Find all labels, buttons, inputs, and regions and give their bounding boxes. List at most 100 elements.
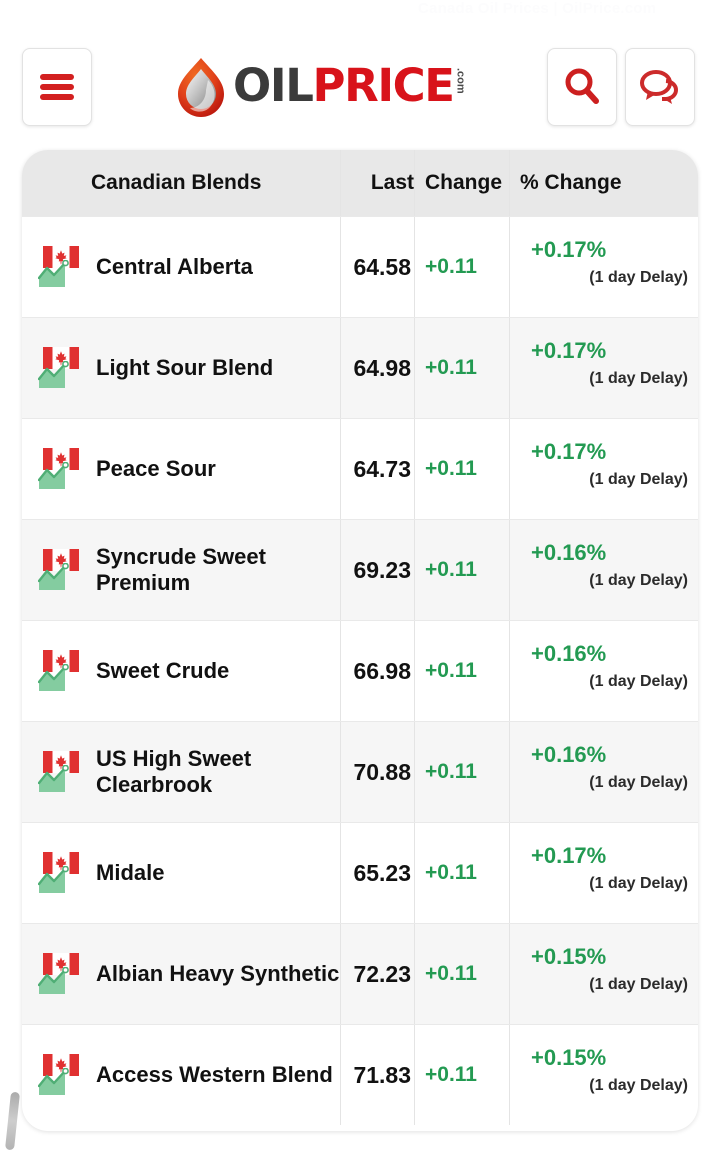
column-header-change: Change <box>414 150 509 216</box>
cell-percent-change: +0.15% (1 day Delay) <box>509 1025 698 1125</box>
change-value: +0.11 <box>425 457 477 480</box>
cell-blend-name[interactable]: Peace Sour <box>22 419 340 519</box>
cell-change: +0.11 <box>414 318 509 418</box>
blend-flag-chart-icon <box>36 949 86 999</box>
trend-up-icon <box>38 866 69 893</box>
cell-last: 70.88 <box>340 722 414 822</box>
blend-flag-chart-icon <box>36 747 86 797</box>
change-value: +0.11 <box>425 255 477 278</box>
cell-last: 66.98 <box>340 621 414 721</box>
logo-wordmark: OIL PRICE .com <box>233 56 467 118</box>
chat-button[interactable] <box>625 48 695 126</box>
cell-blend-name[interactable]: Albian Heavy Synthetic <box>22 924 340 1024</box>
blend-flag-chart-icon <box>36 545 86 595</box>
percent-change-value: +0.15% <box>531 944 607 969</box>
delay-note: (1 day Delay) <box>589 572 688 589</box>
last-value: 71.83 <box>353 1061 411 1088</box>
cell-blend-name[interactable]: Syncrude Sweet Premium <box>22 520 340 620</box>
canadian-blends-table-card: Canadian Blends Last Change % Change Cen… <box>22 150 698 1131</box>
blend-flag-chart-icon <box>36 1050 86 1100</box>
last-value: 70.88 <box>353 758 411 785</box>
search-button[interactable] <box>547 48 617 126</box>
page-root: Canada Oil Prices | OilPrice.com OIL PRI… <box>0 0 719 1155</box>
cell-last: 71.83 <box>340 1025 414 1125</box>
table-row[interactable]: Syncrude Sweet Premium 69.23 +0.11 +0.16% (1… <box>22 519 698 620</box>
trend-up-icon <box>38 664 69 691</box>
cell-blend-name[interactable]: Access Western Blend <box>22 1025 340 1125</box>
percent-change-value: +0.16% <box>531 540 607 565</box>
cell-change: +0.11 <box>414 520 509 620</box>
change-value: +0.11 <box>425 962 477 985</box>
table-row[interactable]: Midale 65.23 +0.11 +0.17% (1 day Delay) <box>22 822 698 923</box>
table-row[interactable]: Light Sour Blend 64.98 +0.11 +0.17% (1 day D… <box>22 317 698 418</box>
table-row[interactable]: Central Alberta 64.58 +0.11 +0.17% (1 day De… <box>22 216 698 317</box>
cell-percent-change: +0.17% (1 day Delay) <box>509 823 698 923</box>
cell-last: 65.23 <box>340 823 414 923</box>
blend-flag-chart-icon <box>36 848 86 898</box>
table-row[interactable]: Albian Heavy Synthetic 72.23 +0.11 +0.15% (1… <box>22 923 698 1024</box>
blend-name-label: Access Western Blend <box>96 1062 333 1087</box>
trend-up-icon <box>38 361 69 388</box>
oil-drop-logo-icon <box>178 58 224 117</box>
delay-note: (1 day Delay) <box>589 1077 688 1094</box>
hamburger-icon <box>40 74 74 100</box>
table-row[interactable]: Peace Sour 64.73 +0.11 +0.17% (1 day Delay) <box>22 418 698 519</box>
percent-change-value: +0.17% <box>531 237 607 262</box>
cell-blend-name[interactable]: Sweet Crude <box>22 621 340 721</box>
logo-oil-text: OIL <box>233 59 314 112</box>
percent-change-value: +0.16% <box>531 641 607 666</box>
cell-change: +0.11 <box>414 722 509 822</box>
cell-percent-change: +0.16% (1 day Delay) <box>509 621 698 721</box>
blend-name-label: Peace Sour <box>96 456 216 481</box>
blend-name-label: Sweet Crude <box>96 658 230 683</box>
delay-note: (1 day Delay) <box>589 673 688 690</box>
change-value: +0.11 <box>425 558 477 581</box>
cell-change: +0.11 <box>414 924 509 1024</box>
change-value: +0.11 <box>425 861 477 884</box>
table-row[interactable]: Access Western Blend 71.83 +0.11 +0.15% (1 d… <box>22 1024 698 1125</box>
change-value: +0.11 <box>425 760 477 783</box>
cell-percent-change: +0.17% (1 day Delay) <box>509 217 698 317</box>
blend-flag-chart-icon <box>36 646 86 696</box>
logo-com-text: .com <box>454 68 467 94</box>
column-header-pct: % Change <box>509 150 698 216</box>
cell-last: 69.23 <box>340 520 414 620</box>
table-row[interactable]: Sweet Crude 66.98 +0.11 +0.16% (1 day Delay) <box>22 620 698 721</box>
cell-blend-name[interactable]: Central Alberta <box>22 217 340 317</box>
blend-flag-chart-icon <box>36 444 86 494</box>
cell-percent-change: +0.16% (1 day Delay) <box>509 520 698 620</box>
cell-blend-name[interactable]: US High Sweet Clearbrook <box>22 722 340 822</box>
cell-change: +0.11 <box>414 823 509 923</box>
trend-up-icon <box>38 563 69 590</box>
last-value: 64.98 <box>353 354 411 381</box>
trend-up-icon <box>38 462 69 489</box>
delay-note: (1 day Delay) <box>589 269 688 286</box>
logo-price-text: PRICE <box>312 59 455 112</box>
blend-name-label: Midale <box>96 860 165 885</box>
cell-change: +0.11 <box>414 1025 509 1125</box>
oilprice-logo[interactable]: OIL PRICE .com <box>172 54 467 120</box>
cell-blend-name[interactable]: Light Sour Blend <box>22 318 340 418</box>
column-header-name: Canadian Blends <box>91 171 262 194</box>
cell-percent-change: +0.15% (1 day Delay) <box>509 924 698 1024</box>
site-header: OIL PRICE .com <box>0 48 719 144</box>
clipped-top-text: Canada Oil Prices | OilPrice.com <box>418 0 657 17</box>
cell-last: 72.23 <box>340 924 414 1024</box>
cell-last: 64.73 <box>340 419 414 519</box>
change-value: +0.11 <box>425 356 477 379</box>
delay-note: (1 day Delay) <box>589 471 688 488</box>
last-value: 64.73 <box>353 455 411 482</box>
delay-note: (1 day Delay) <box>589 976 688 993</box>
menu-button[interactable] <box>22 48 92 126</box>
percent-change-value: +0.17% <box>531 843 607 868</box>
scrollbar-artifact[interactable] <box>4 1091 21 1151</box>
trend-up-icon <box>38 967 69 994</box>
last-value: 69.23 <box>353 556 411 583</box>
cell-last: 64.58 <box>340 217 414 317</box>
blend-name-label: Albian Heavy Synthetic <box>96 961 340 986</box>
percent-change-value: +0.17% <box>531 338 607 363</box>
cell-blend-name[interactable]: Midale <box>22 823 340 923</box>
percent-change-value: +0.16% <box>531 742 607 767</box>
table-row[interactable]: US High Sweet Clearbrook 70.88 +0.11 +0.16%… <box>22 721 698 822</box>
blend-name-label: Central Alberta <box>96 254 253 279</box>
